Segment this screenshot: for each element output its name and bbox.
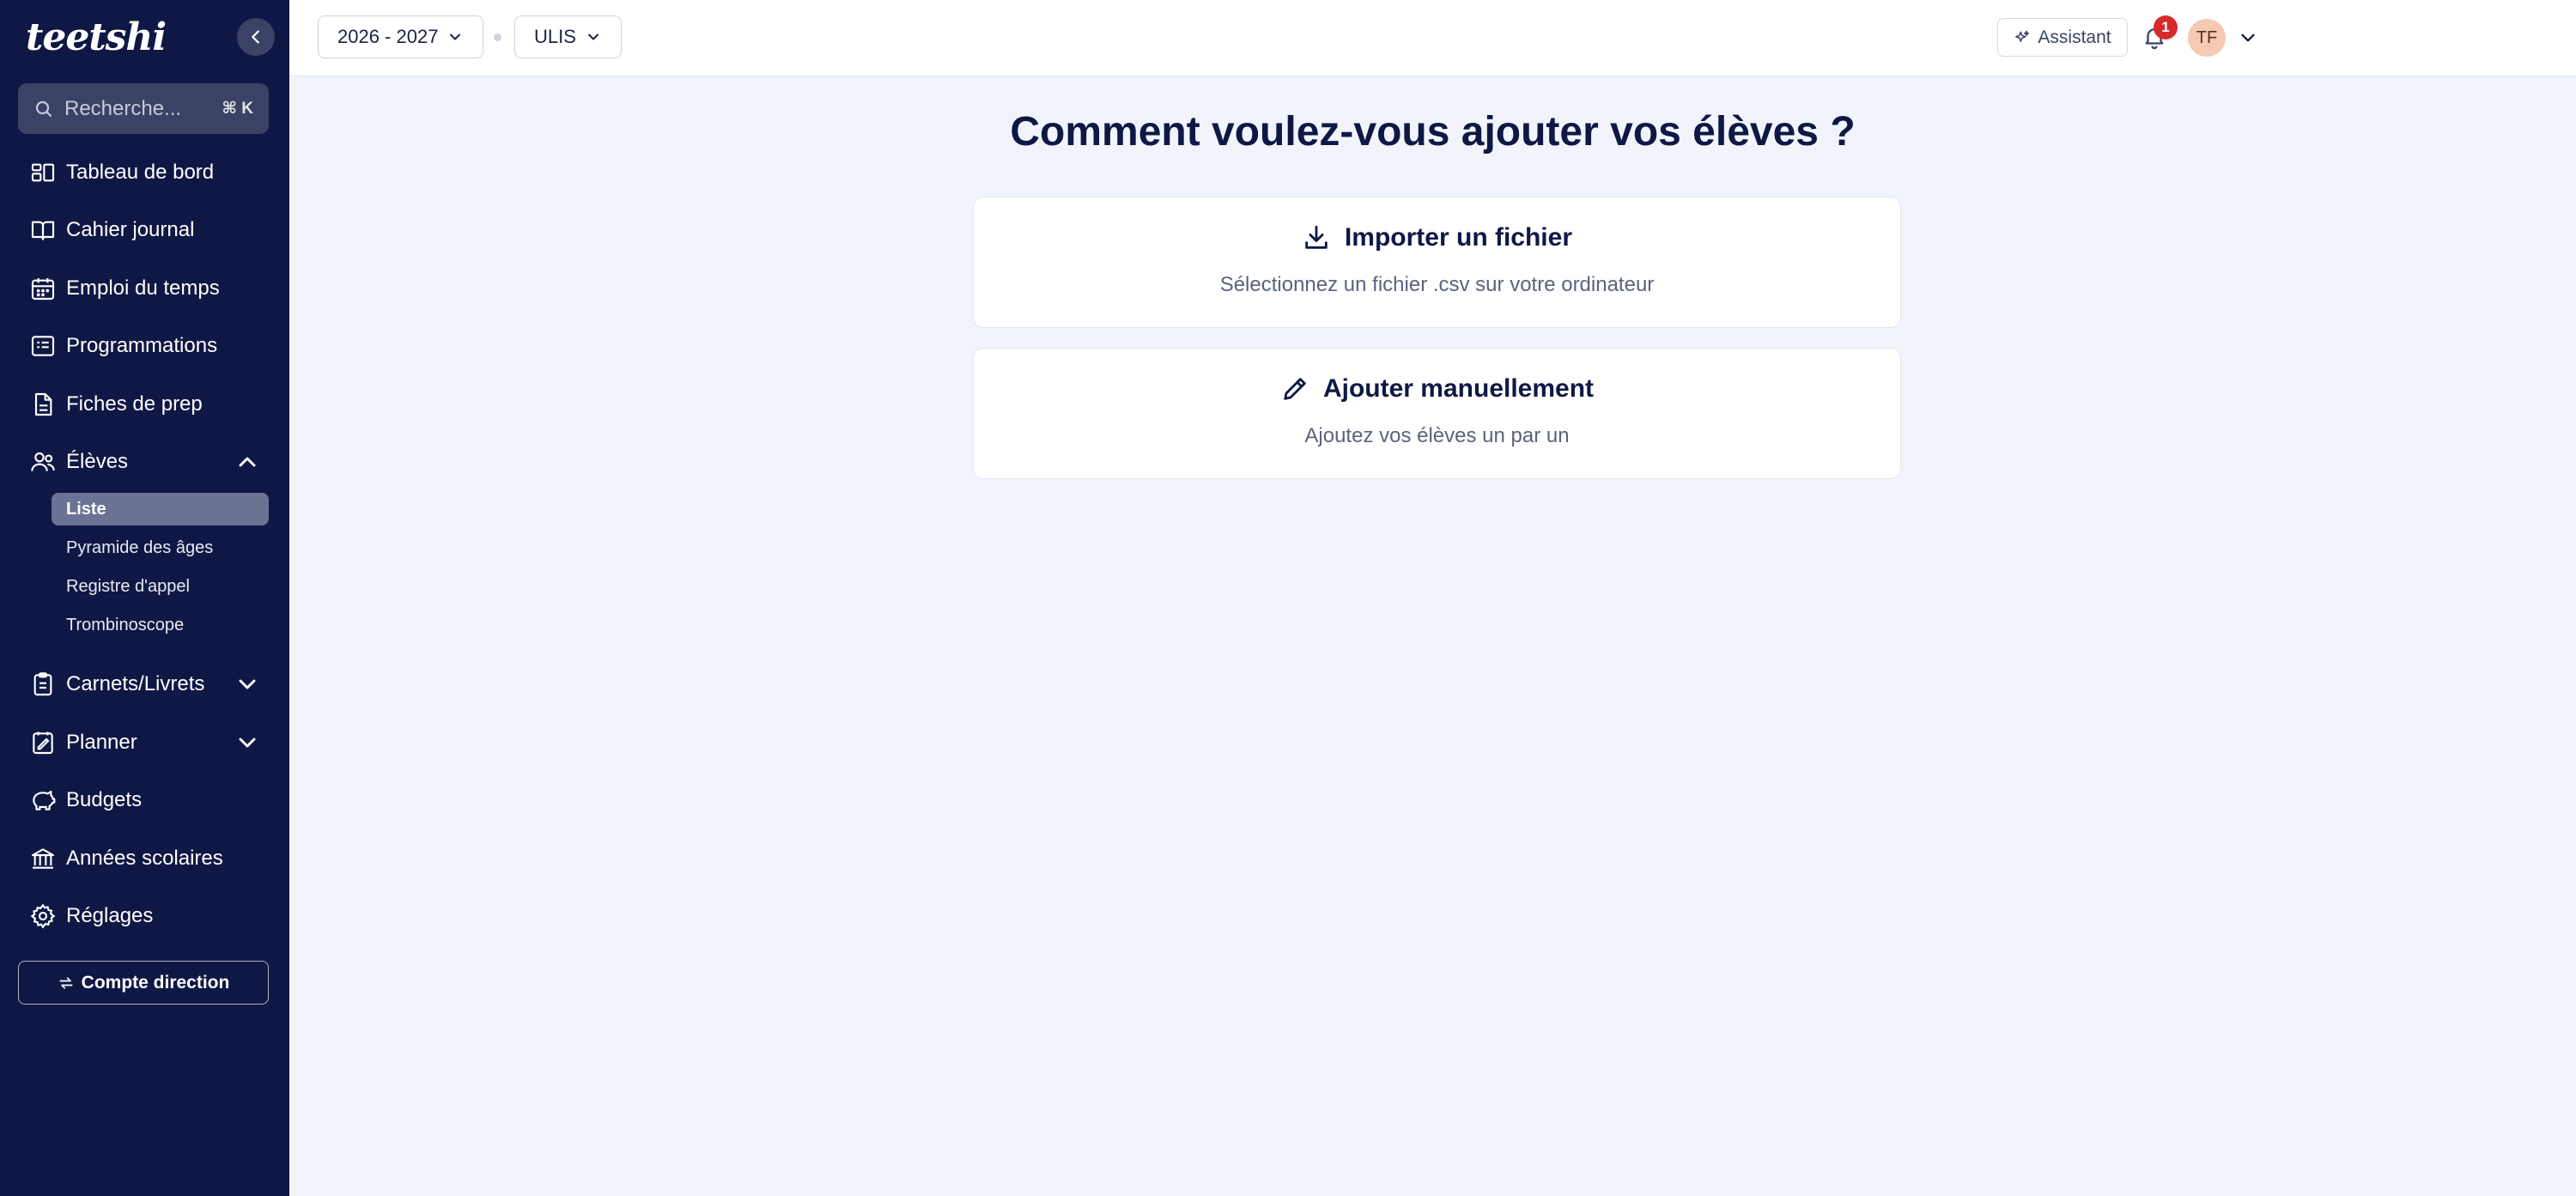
- notification-badge: 1: [2154, 15, 2178, 39]
- sidebar-item-label: Carnets/Livrets: [66, 672, 205, 695]
- sidebar: teetshi Recherche... ⌘ K Tableau de bord…: [0, 0, 289, 1196]
- dashboard-icon: [31, 163, 55, 182]
- switch-arrows-icon: [59, 976, 73, 989]
- collapse-sidebar-button[interactable]: [237, 18, 275, 56]
- sparkles-icon: [2015, 30, 2030, 42]
- add-manually-card[interactable]: Ajouter manuellement Ajoutez vos élèves …: [973, 348, 1901, 479]
- sidebar-item-planner[interactable]: Planner: [29, 725, 261, 760]
- chevron-down-icon: [239, 738, 256, 748]
- assistant-label: Assistant: [2038, 27, 2111, 47]
- sidebar-item-fiches-de-prep[interactable]: Fiches de prep: [29, 387, 261, 422]
- switch-direction-label: Compte direction: [81, 972, 230, 993]
- chevron-down-icon: [450, 33, 461, 40]
- piggy-bank-icon: [33, 790, 56, 810]
- sidebar-item-label: Planner: [66, 731, 137, 754]
- sidebar-subitem-liste[interactable]: Liste: [52, 493, 269, 525]
- sidebar-item-label: Élèves: [66, 450, 129, 473]
- search-placeholder: Recherche...: [64, 96, 182, 120]
- sidebar-item-label: Cahier journal: [66, 218, 195, 241]
- avatar[interactable]: TF: [2188, 19, 2226, 57]
- add-manually-title: Ajouter manuellement: [1322, 374, 1595, 403]
- sidebar-item-label: Programmations: [66, 334, 218, 357]
- search-icon: [35, 100, 52, 117]
- assistant-button[interactable]: Assistant: [1997, 18, 2128, 57]
- sidebar-item-tableau-de-bord[interactable]: Tableau de bord: [29, 155, 261, 190]
- sidebar-item-label: Emploi du temps: [66, 276, 220, 300]
- planner-icon: [33, 732, 53, 755]
- gear-icon: [30, 903, 56, 929]
- switch-direction-account-button[interactable]: Compte direction: [18, 961, 269, 1005]
- chevron-down-icon[interactable]: [2237, 27, 2259, 49]
- class-value: ULIS: [534, 26, 576, 47]
- book-icon: [31, 221, 55, 240]
- sidebar-item-emploi-du-temps[interactable]: Emploi du temps: [29, 271, 261, 306]
- calendar-icon: [31, 278, 55, 301]
- top-bar: 2026 - 2027 ULIS: [289, 0, 2576, 76]
- sidebar-subitem-trombinoscope[interactable]: Trombinoscope: [52, 609, 269, 641]
- sidebar-item-label: Réglages: [66, 904, 154, 927]
- school-icon: [31, 848, 55, 869]
- download-icon: [1305, 225, 1327, 249]
- sidebar-item-programmations[interactable]: Programmations: [29, 329, 261, 363]
- add-manually-subtitle: Ajoutez vos élèves un par un: [1304, 424, 1570, 447]
- chevron-up-icon: [239, 457, 256, 467]
- list-icon: [31, 336, 55, 356]
- school-year-select[interactable]: 2026 - 2027: [318, 15, 484, 58]
- chevron-down-icon: [587, 33, 598, 40]
- class-select[interactable]: ULIS: [514, 15, 622, 58]
- search-input[interactable]: Recherche... ⌘ K: [18, 83, 269, 134]
- pencil-icon: [1284, 378, 1306, 400]
- sidebar-item-reglages[interactable]: Réglages: [29, 899, 261, 933]
- sidebar-item-label: Budgets: [66, 788, 143, 811]
- chevron-down-icon: [239, 679, 256, 689]
- separator-dot: [494, 33, 501, 41]
- search-shortcut: ⌘ K: [222, 100, 253, 118]
- sidebar-item-label: Années scolaires: [66, 847, 223, 870]
- clipboard-icon: [33, 672, 52, 696]
- app-logo[interactable]: teetshi: [26, 15, 167, 59]
- school-year-value: 2026 - 2027: [337, 26, 439, 47]
- sidebar-item-carnets-livrets[interactable]: Carnets/Livrets: [29, 667, 261, 701]
- page-title: Comment voulez-vous ajouter vos élèves ?: [1010, 109, 1856, 155]
- sidebar-item-label: Fiches de prep: [66, 392, 203, 416]
- sidebar-item-label: Tableau de bord: [66, 161, 215, 184]
- document-icon: [34, 392, 52, 416]
- users-icon: [31, 452, 55, 471]
- sidebar-item-annees-scolaires[interactable]: Années scolaires: [29, 841, 261, 876]
- logo-text: teetshi: [26, 15, 167, 59]
- sidebar-subitem-pyramide-des-ages[interactable]: Pyramide des âges: [52, 531, 269, 564]
- import-file-title: Importer un fichier: [1344, 223, 1573, 252]
- sidebar-item-cahier-journal[interactable]: Cahier journal: [29, 213, 261, 247]
- sidebar-item-budgets[interactable]: Budgets: [29, 783, 261, 817]
- import-file-card[interactable]: Importer un fichier Sélectionnez un fich…: [973, 197, 1901, 328]
- import-file-subtitle: Sélectionnez un fichier .csv sur votre o…: [1219, 273, 1655, 296]
- chevron-left-icon: [252, 30, 259, 44]
- sidebar-subitem-registre-d-appel[interactable]: Registre d'appel: [52, 570, 269, 603]
- sidebar-item-eleves[interactable]: Élèves: [29, 445, 261, 479]
